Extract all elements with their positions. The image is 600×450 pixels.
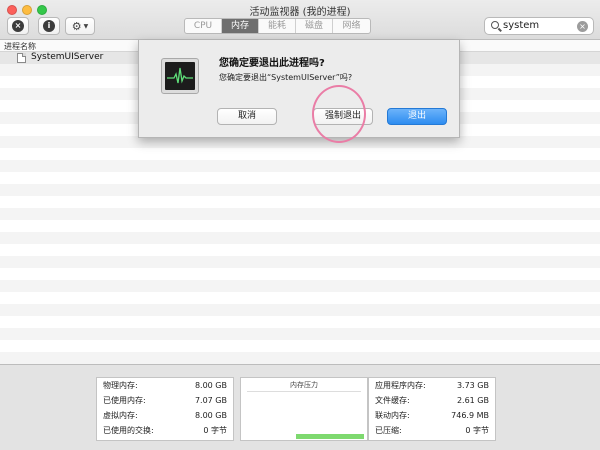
stat-label: 已使用内存:	[103, 396, 146, 405]
stat-app-memory: 应用程序内存: 3.73 GB	[375, 379, 489, 393]
tab-disk[interactable]: 磁盘	[296, 19, 333, 33]
info-icon: i	[43, 20, 55, 32]
tab-bar: CPU 内存 能耗 磁盘 网络	[184, 18, 371, 34]
memory-summary-panel: 物理内存: 8.00 GB 已使用内存: 7.07 GB 虚拟内存: 8.00 …	[0, 364, 600, 450]
stat-label: 应用程序内存:	[375, 381, 426, 390]
search-input[interactable]: system ×	[484, 17, 594, 35]
dialog-message: 您确定要退出“SystemUIServer”吗?	[219, 73, 353, 82]
stat-used-memory: 已使用内存: 7.07 GB	[103, 394, 227, 408]
stat-label: 已压缩:	[375, 426, 402, 435]
memory-stats-right: 应用程序内存: 3.73 GB 文件缓存: 2.61 GB 联动内存: 746.…	[368, 377, 496, 441]
window-title: 活动监视器 (我的进程)	[249, 7, 351, 18]
close-icon: ×	[12, 20, 24, 32]
activity-monitor-icon	[161, 58, 199, 94]
stat-swap-used: 已使用的交换: 0 字节	[103, 424, 227, 438]
divider	[247, 391, 361, 392]
stat-label: 已使用的交换:	[103, 426, 154, 435]
search-icon	[491, 21, 499, 29]
stat-value: 746.9 MB	[451, 411, 489, 420]
column-header-process-name[interactable]: 进程名称	[4, 41, 36, 52]
cancel-button[interactable]: 取消	[217, 108, 277, 125]
stat-wired-memory: 联动内存: 746.9 MB	[375, 409, 489, 423]
title-bar: 活动监视器 (我的进程) × i ⚙ ▼ CPU 内存 能耗 磁盘 网络 sys…	[0, 0, 600, 40]
quit-process-dialog: 您确定要退出此进程吗? 您确定要退出“SystemUIServer”吗? 取消 …	[138, 40, 460, 138]
highlight-ring	[312, 85, 366, 143]
stat-value: 8.00 GB	[194, 381, 227, 390]
search-value: system	[503, 20, 540, 31]
stat-value: 3.73 GB	[456, 381, 489, 390]
stat-label: 联动内存:	[375, 411, 410, 420]
memory-pressure-graph: 内存压力	[240, 377, 368, 441]
tab-energy[interactable]: 能耗	[259, 19, 296, 33]
heartbeat-icon	[167, 67, 193, 84]
tab-memory[interactable]: 内存	[222, 19, 259, 33]
clear-search-icon[interactable]: ×	[577, 21, 588, 32]
memory-stats-left: 物理内存: 8.00 GB 已使用内存: 7.07 GB 虚拟内存: 8.00 …	[96, 377, 234, 441]
stat-physical-memory: 物理内存: 8.00 GB	[103, 379, 227, 393]
action-menu-button[interactable]: ⚙ ▼	[65, 17, 95, 35]
stat-value: 0 字节	[465, 426, 489, 435]
stop-process-button[interactable]: ×	[7, 17, 29, 35]
chevron-down-icon: ▼	[83, 22, 89, 30]
document-icon	[17, 53, 26, 63]
process-name: SystemUIServer	[31, 52, 104, 62]
stat-virtual-memory: 虚拟内存: 8.00 GB	[103, 409, 227, 423]
tab-cpu[interactable]: CPU	[185, 19, 222, 33]
stat-label: 文件缓存:	[375, 396, 410, 405]
tab-network[interactable]: 网络	[333, 19, 370, 33]
stat-file-cache: 文件缓存: 2.61 GB	[375, 394, 489, 408]
dialog-title: 您确定要退出此进程吗?	[219, 58, 325, 69]
inspect-process-button[interactable]: i	[38, 17, 60, 35]
stat-value: 7.07 GB	[194, 396, 227, 405]
stat-compressed: 已压缩: 0 字节	[375, 424, 489, 438]
stat-label: 虚拟内存:	[103, 411, 138, 420]
stat-value: 0 字节	[203, 426, 227, 435]
stat-value: 8.00 GB	[194, 411, 227, 420]
stat-label: 物理内存:	[103, 381, 138, 390]
stat-value: 2.61 GB	[456, 396, 489, 405]
memory-pressure-title: 内存压力	[290, 381, 318, 389]
gear-icon: ⚙	[71, 19, 82, 33]
memory-pressure-bar	[296, 434, 364, 439]
quit-button[interactable]: 退出	[387, 108, 447, 125]
